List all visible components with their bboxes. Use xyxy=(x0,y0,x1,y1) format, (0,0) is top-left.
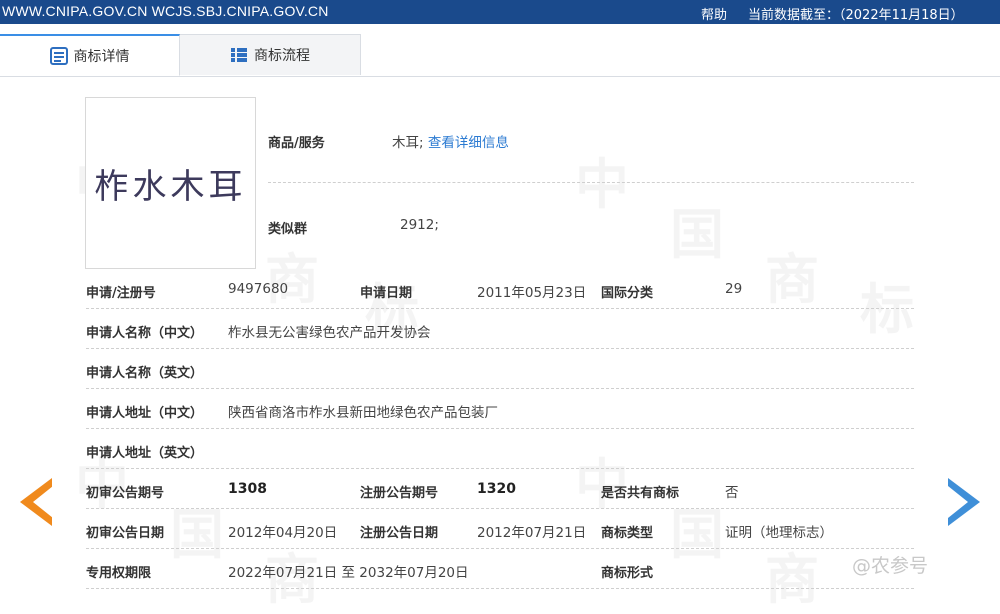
term-label: 专用权期限 xyxy=(86,566,152,581)
tab-trademark-details[interactable]: 商标详情 xyxy=(0,34,180,76)
top-bar: WWW.CNIPA.GOV.CN WCJS.SBJ.CNIPA.GOV.CN 帮… xyxy=(0,0,1000,24)
tab-trademark-process[interactable]: 商标流程 xyxy=(180,34,361,75)
document-list-icon xyxy=(49,46,68,65)
address-cn-value: 陕西省商洛市柞水县新田地绿色农产品包装厂 xyxy=(228,405,498,421)
app-date-value: 2011年05月23日 xyxy=(477,285,587,301)
reg-date-label: 注册公告日期 xyxy=(360,526,439,541)
prelim-issue-value: 1308 xyxy=(228,481,267,497)
intl-class-label: 国际分类 xyxy=(601,286,654,301)
shared-value: 否 xyxy=(725,485,739,501)
view-details-link[interactable]: 查看详细信息 xyxy=(428,135,509,151)
term-value: 2022年07月21日 至 2032年07月20日 xyxy=(228,565,469,581)
reg-no-label: 申请/注册号 xyxy=(86,286,156,301)
similar-group-value: 2912; xyxy=(400,217,439,233)
divider xyxy=(86,588,914,589)
reg-issue-value: 1320 xyxy=(477,481,516,497)
divider xyxy=(86,548,914,549)
goods-value: 木耳; 查看详细信息 xyxy=(392,131,509,151)
address-en-label: 申请人地址（英文） xyxy=(86,446,204,461)
divider xyxy=(86,348,914,349)
reg-issue-label: 注册公告期号 xyxy=(360,486,439,501)
help-link[interactable]: 帮助 xyxy=(701,4,727,23)
tm-form-label: 商标形式 xyxy=(601,566,654,581)
tm-type-label: 商标类型 xyxy=(601,526,654,541)
app-date-label: 申请日期 xyxy=(360,286,413,301)
divider xyxy=(268,182,914,183)
tab-label: 商标流程 xyxy=(254,48,310,64)
divider xyxy=(86,508,914,509)
site-url: WWW.CNIPA.GOV.CN WCJS.SBJ.CNIPA.GOV.CN xyxy=(2,3,329,19)
divider xyxy=(86,468,914,469)
address-cn-label: 申请人地址（中文） xyxy=(86,406,204,421)
list-icon xyxy=(230,46,248,64)
reg-no-value: 9497680 xyxy=(228,281,289,297)
goods-label: 商品/服务 xyxy=(268,136,325,151)
prelim-issue-label: 初审公告期号 xyxy=(86,486,165,501)
shared-label: 是否共有商标 xyxy=(601,486,680,501)
tab-bar: 商标详情 商标流程 xyxy=(0,34,1000,77)
tab-label: 商标详情 xyxy=(73,48,130,65)
source-badge: @农参号 xyxy=(852,555,929,577)
tm-type-value: 证明（地理标志） xyxy=(725,525,833,541)
divider xyxy=(86,308,914,309)
applicant-cn-label: 申请人名称（中文） xyxy=(86,326,204,341)
prelim-date-label: 初审公告日期 xyxy=(86,526,165,541)
applicant-en-label: 申请人名称（英文） xyxy=(86,366,204,381)
next-arrow-cutout xyxy=(948,486,968,518)
reg-date-value: 2012年07月21日 xyxy=(477,525,587,541)
trademark-wordmark: 柞水木耳 xyxy=(94,166,247,207)
goods-text: 木耳; xyxy=(392,135,424,151)
intl-class-value: 29 xyxy=(725,281,743,297)
divider xyxy=(86,388,914,389)
similar-group-label: 类似群 xyxy=(268,222,308,237)
data-as-of: 当前数据截至：（2022年11月18日） xyxy=(748,8,964,23)
prelim-date-value: 2012年04月20日 xyxy=(228,525,338,541)
divider xyxy=(86,428,914,429)
applicant-cn-value: 柞水县无公害绿色农产品开发协会 xyxy=(228,325,431,341)
trademark-image[interactable]: 柞水木耳 xyxy=(85,97,256,269)
prev-arrow-cutout xyxy=(33,486,53,518)
